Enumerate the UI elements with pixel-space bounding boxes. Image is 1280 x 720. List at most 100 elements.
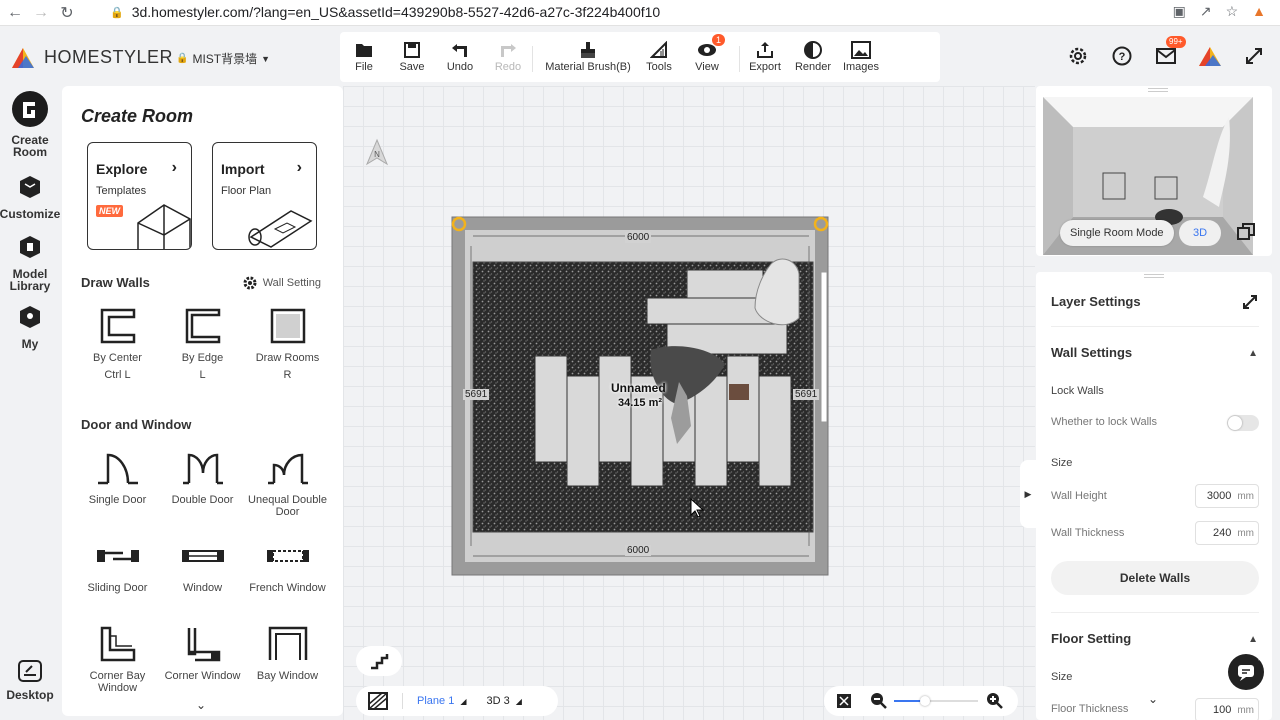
rail-customize[interactable]: Customize [0,174,60,220]
project-selector[interactable]: 🔒 MIST背景墙 ▼ [176,50,270,67]
forward-icon[interactable]: → [30,2,52,24]
view-3d-caret-icon[interactable]: ◢ [516,697,522,706]
bookmark-star-icon[interactable]: ☆ [1226,3,1239,20]
compass-icon[interactable]: N [365,138,389,166]
sliding-door[interactable]: Sliding Door [75,536,160,594]
door-item-label: Unequal Double Door [248,494,327,518]
back-icon[interactable]: ← [4,2,26,24]
zoom-out-icon[interactable] [870,692,888,710]
door-opening[interactable] [820,271,828,423]
room-name[interactable]: Unnamed [611,381,666,395]
draw-item-label: By Edge [181,352,224,364]
collapse-caret-icon[interactable]: ▲ [1248,634,1258,645]
import-floor-plan-card[interactable]: Import › Floor Plan [212,142,317,250]
drag-handle[interactable] [1148,88,1168,92]
zoom-slider[interactable] [894,696,978,706]
unit-label: mm [1237,490,1254,502]
rail-model-library[interactable]: Model Library [0,234,60,292]
export-button[interactable]: Export [740,32,790,82]
single-door[interactable]: Single Door [75,448,160,506]
side-table[interactable] [729,384,749,400]
unequal-double-door[interactable]: Unequal Double Door [245,448,330,518]
rail-create-room[interactable]: Create Room [0,90,60,158]
images-button[interactable]: Images [836,32,886,82]
wall-setting-link[interactable]: Wall Setting [243,276,321,290]
door-item-label: Bay Window [256,670,319,682]
collapse-caret-icon[interactable]: ▲ [1248,348,1258,359]
share-icon[interactable]: ↗ [1200,3,1212,20]
file-button[interactable]: File [340,32,388,82]
folder-icon [355,39,373,61]
mail-icon[interactable]: 99+ [1154,36,1186,68]
lock-walls-toggle[interactable] [1227,415,1259,431]
reload-icon[interactable]: ↻ [56,2,78,24]
floorplan-canvas[interactable]: N 6000 6000 5691 5691 Unnamed 34.15 m² [343,86,1035,720]
drag-handle[interactable] [1144,274,1164,278]
brand-logo[interactable]: HOMESTYLER [10,44,173,70]
double-door-icon [182,453,223,485]
material-brush-button[interactable]: Material Brush(B) [533,32,643,82]
rail-my[interactable]: My [0,304,60,350]
floor-setting-title[interactable]: Floor Setting [1051,631,1131,646]
save-button[interactable]: Save [388,32,436,82]
double-door[interactable]: Double Door [160,448,245,506]
lock-walls-label: Lock Walls [1051,385,1104,397]
wall-by-edge-icon [185,308,220,344]
scroll-down-icon[interactable]: ⌄ [1148,692,1158,706]
room-area: 34.15 m² [618,397,663,409]
wall-settings-title[interactable]: Wall Settings [1051,345,1132,360]
help-icon[interactable]: ? [1110,44,1134,68]
fit-view-icon[interactable] [836,693,852,709]
bay-window[interactable]: Bay Window [245,624,330,682]
render-button[interactable]: Render [790,32,836,82]
extension-icon[interactable]: ▲ [1252,3,1266,20]
draw-rooms[interactable]: Draw Rooms R [245,306,330,381]
corner-bay-window[interactable]: Corner Bay Window [75,624,160,694]
draw-item-label: Draw Rooms [255,352,320,364]
draw-item-shortcut: L [199,369,206,381]
draw-by-edge[interactable]: By Edge L [160,306,245,381]
mode-3d-button[interactable]: 3D [1179,220,1221,246]
plane-layers-icon[interactable] [368,692,388,710]
undo-button[interactable]: Undo [436,32,484,82]
floor-plan-roll-icon [248,210,313,248]
view-button[interactable]: View 1 [675,32,739,82]
homestyler-app-icon[interactable] [1198,44,1222,68]
view-badge: 1 [711,34,725,46]
window[interactable]: Window [160,536,245,594]
lock-icon: 🔒 [110,6,124,19]
wall-height-input[interactable]: 3000 mm [1195,484,1259,508]
draw-by-center[interactable]: By Center Ctrl L [75,306,160,381]
french-window[interactable]: French Window [245,536,330,594]
collapse-panel-toggle[interactable]: ▶ [1020,460,1036,528]
plane-switcher: Plane 1 ◢ 3D 3 ◢ [356,686,558,716]
translate-icon[interactable]: ▣ [1173,3,1186,20]
draw-item-label: By Center [93,352,142,364]
fullscreen-icon[interactable] [1242,44,1266,68]
detach-preview-icon[interactable] [1236,222,1256,242]
plane-1-caret-icon[interactable]: ◢ [460,697,466,706]
address-bar[interactable]: 🔒 3d.homestyler.com/?lang=en_US&assetId=… [110,4,660,20]
zoom-in-icon[interactable] [986,692,1004,710]
redo-button[interactable]: Redo [484,32,532,82]
single-room-mode-button[interactable]: Single Room Mode [1060,220,1174,246]
feedback-chat-button[interactable]: ✕ [1228,654,1264,690]
wall-thickness-input[interactable]: 240 mm [1195,521,1259,545]
view-3d-tab[interactable]: 3D 3 [486,695,509,707]
corner-window[interactable]: Corner Window [160,624,245,682]
delete-walls-button[interactable]: Delete Walls [1051,561,1259,595]
close-icon[interactable]: ✕ [1257,654,1264,663]
door-item-label: Corner Bay Window [89,670,146,694]
floor-thickness-input[interactable]: 100 mm [1195,698,1259,720]
explore-templates-card[interactable]: Explore › Templates NEW [87,142,192,250]
create-room-panel: Create Room Explore › Templates NEW Impo… [62,86,343,716]
import-subtitle: Floor Plan [221,185,272,197]
zoom-slider-thumb[interactable] [920,696,930,706]
settings-gear-icon[interactable] [1066,44,1090,68]
more-chevron-icon[interactable]: ⌄ [196,698,206,712]
rail-desktop[interactable]: Desktop [0,660,60,702]
plane-1-tab[interactable]: Plane 1 [417,695,454,707]
expand-icon[interactable] [1242,294,1258,310]
corner-tool-button[interactable] [356,646,402,676]
tools-button[interactable]: Tools [643,32,675,82]
